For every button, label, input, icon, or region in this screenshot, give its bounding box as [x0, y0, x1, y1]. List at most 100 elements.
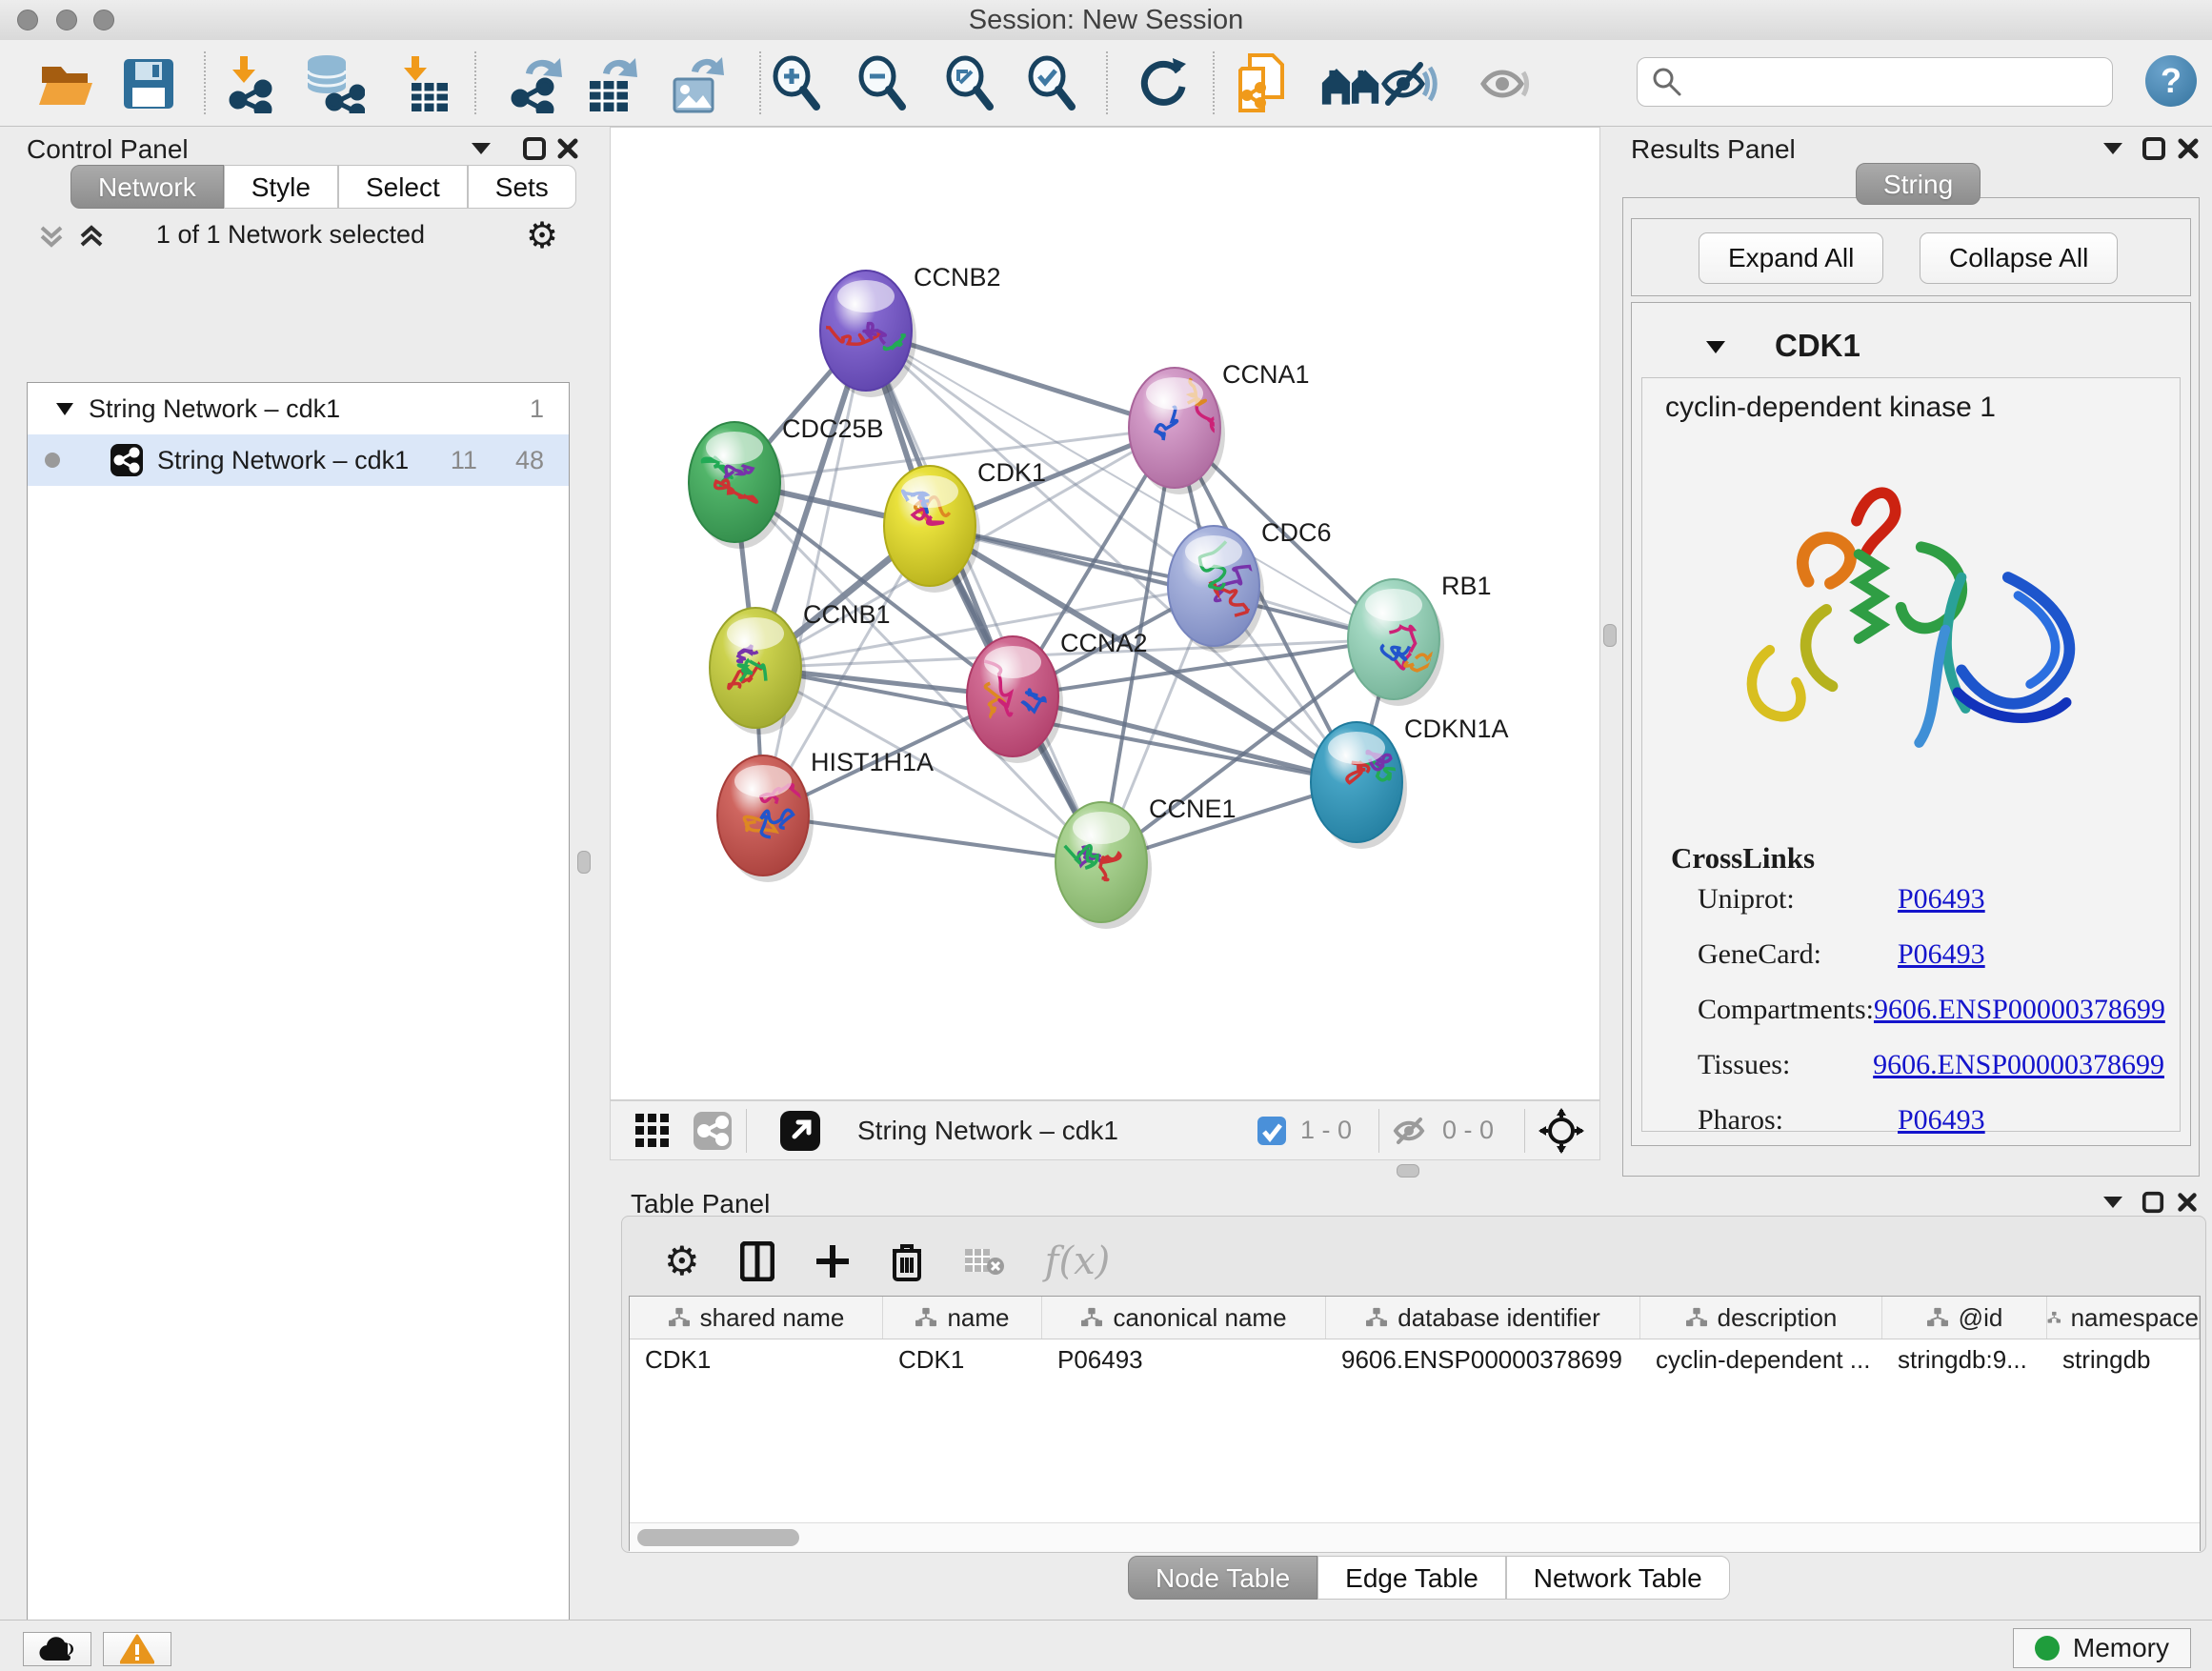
column-header--id[interactable]: @id	[1882, 1297, 2047, 1339]
fit-selected-crosshair-icon[interactable]	[1538, 1108, 1584, 1154]
expand-all-button[interactable]: Expand All	[1699, 232, 1883, 284]
zoom-in-icon[interactable]	[766, 53, 827, 114]
column-header-shared-name[interactable]: shared name	[630, 1297, 883, 1339]
network-node-ccnb2[interactable]: CCNB2	[816, 263, 1000, 397]
crosslink-value-link[interactable]: 9606.ENSP00000378699	[1873, 1049, 2164, 1081]
copy-style-icon[interactable]	[1233, 53, 1294, 114]
network-graph[interactable]: CCNB2CCNA1CDC25BCDK1CDC6RB1CCNB1CCNA2CDK…	[611, 128, 1599, 1099]
table-panel-menu-icon[interactable]	[2101, 1193, 2124, 1215]
table-cell[interactable]: P06493	[1042, 1339, 1326, 1379]
selected-checkbox-icon[interactable]	[1257, 1116, 1287, 1146]
column-header-namespace[interactable]: namespace	[2047, 1297, 2200, 1339]
gene-detail-box: cyclin-dependent kinase 1	[1641, 377, 2181, 1132]
crosslink-value-link[interactable]: P06493	[1898, 883, 1985, 916]
bottom-splitter-handle[interactable]	[1397, 1164, 1419, 1178]
network-node-cdc6[interactable]: CDC6	[1168, 518, 1332, 653]
network-edge[interactable]	[763, 815, 1101, 862]
crosslink-value-link[interactable]: P06493	[1898, 938, 1985, 971]
control-panel-float-icon[interactable]	[522, 136, 547, 166]
table-options-gear-icon[interactable]: ⚙	[664, 1238, 700, 1284]
table-horizontal-scrollbar[interactable]	[630, 1522, 2200, 1552]
apply-layout-icon[interactable]	[1132, 53, 1193, 114]
zoom-selected-icon[interactable]	[1021, 53, 1082, 114]
import-network-database-icon[interactable]	[305, 53, 366, 114]
save-session-icon[interactable]	[118, 53, 179, 114]
network-row[interactable]: String Network – cdk1 11 48	[28, 434, 569, 486]
cloud-status-button[interactable]	[23, 1632, 91, 1666]
tab-edge-table[interactable]: Edge Table	[1317, 1556, 1506, 1600]
network-edge[interactable]	[866, 331, 1101, 862]
table-cell[interactable]: cyclin-dependent ...	[1640, 1339, 1882, 1379]
table-cell[interactable]: CDK1	[883, 1339, 1042, 1379]
import-network-file-icon[interactable]	[221, 53, 282, 114]
table-cell[interactable]: stringdb	[2047, 1339, 2200, 1379]
export-network-icon[interactable]	[505, 53, 566, 114]
tab-style[interactable]: Style	[224, 165, 338, 209]
export-image-icon[interactable]	[667, 53, 728, 114]
tab-network-table[interactable]: Network Table	[1506, 1556, 1730, 1600]
network-badge-icon[interactable]	[693, 1111, 733, 1151]
warnings-button[interactable]	[103, 1632, 171, 1666]
control-panel-close-icon[interactable]	[555, 136, 580, 166]
export-table-icon[interactable]	[579, 53, 640, 114]
tab-string[interactable]: String	[1856, 163, 1981, 205]
collapse-all-networks-icon[interactable]	[36, 222, 67, 255]
gene-collapse-icon[interactable]	[1704, 337, 1727, 356]
network-node-cdkn1a[interactable]: CDKN1A	[1311, 715, 1509, 849]
hide-selected-icon[interactable]	[1379, 53, 1440, 114]
results-panel-menu-icon[interactable]	[2101, 138, 2125, 162]
collapse-all-button[interactable]: Collapse All	[1920, 232, 2118, 284]
network-collection-row[interactable]: String Network – cdk1 1	[28, 383, 569, 434]
column-header-canonical-name[interactable]: canonical name	[1042, 1297, 1326, 1339]
tab-node-table[interactable]: Node Table	[1128, 1556, 1317, 1600]
table-cell[interactable]: stringdb:9...	[1882, 1339, 2047, 1379]
show-all-icon[interactable]	[1478, 53, 1539, 114]
network-node-ccne1[interactable]: CCNE1	[1056, 795, 1237, 929]
crosslink-value-link[interactable]: P06493	[1898, 1104, 1985, 1137]
results-panel-close-icon[interactable]	[2176, 136, 2201, 166]
crosslink-value-link[interactable]: 9606.ENSP00000378699	[1874, 994, 2165, 1026]
column-header-database-identifier[interactable]: database identifier	[1326, 1297, 1640, 1339]
zoom-out-icon[interactable]	[852, 53, 913, 114]
group-nodes-icon[interactable]	[1320, 53, 1381, 114]
control-panel-menu-icon[interactable]	[469, 138, 493, 162]
import-table-file-icon[interactable]	[392, 53, 453, 114]
left-splitter-handle[interactable]	[577, 851, 591, 874]
hidden-eye-slash-icon[interactable]	[1393, 1116, 1431, 1146]
search-input[interactable]	[1693, 67, 2112, 98]
results-panel-float-icon[interactable]	[2142, 136, 2166, 166]
column-header-name[interactable]: name	[883, 1297, 1042, 1339]
expand-all-networks-icon[interactable]	[76, 222, 107, 255]
show-columns-icon[interactable]	[740, 1241, 774, 1281]
zoom-fit-icon[interactable]	[939, 53, 1000, 114]
table-cell[interactable]: CDK1	[630, 1339, 883, 1379]
toolbar-search-field[interactable]	[1637, 57, 2113, 107]
open-session-icon[interactable]	[36, 53, 97, 114]
network-node-cdc25b[interactable]: CDC25B	[689, 414, 884, 549]
tab-select[interactable]: Select	[338, 165, 468, 209]
network-node-ccnb1[interactable]: CCNB1	[710, 600, 891, 735]
node-label-cdk1: CDK1	[977, 458, 1046, 487]
table-row[interactable]: CDK1CDK1P064939606.ENSP00000378699cyclin…	[630, 1339, 2200, 1379]
network-canvas[interactable]: CCNB2CCNA1CDC25BCDK1CDC6RB1CCNB1CCNA2CDK…	[610, 127, 1600, 1100]
help-button[interactable]: ?	[2145, 55, 2197, 107]
open-in-new-window-icon[interactable]	[779, 1110, 821, 1152]
network-options-gear-icon[interactable]: ⚙	[526, 214, 558, 257]
network-node-ccna1[interactable]: CCNA1	[1129, 360, 1310, 494]
scrollbar-thumb[interactable]	[637, 1529, 799, 1546]
memory-button[interactable]: Memory	[2013, 1628, 2191, 1668]
network-node-hist1h1a[interactable]: HIST1H1A	[717, 748, 934, 882]
table-panel-close-icon[interactable]	[2176, 1191, 2199, 1218]
toolbar-divider	[1378, 1109, 1379, 1153]
collection-expand-icon[interactable]	[54, 400, 75, 417]
tab-sets[interactable]: Sets	[468, 165, 576, 209]
delete-column-icon[interactable]	[891, 1241, 923, 1281]
network-node-cdk1[interactable]: CDK1	[884, 458, 1046, 593]
network-node-rb1[interactable]: RB1	[1348, 572, 1492, 706]
table-panel-float-icon[interactable]	[2142, 1191, 2164, 1218]
tab-network[interactable]: Network	[70, 165, 224, 209]
table-cell[interactable]: 9606.ENSP00000378699	[1326, 1339, 1640, 1379]
create-column-icon[interactable]	[814, 1243, 851, 1279]
column-header-description[interactable]: description	[1640, 1297, 1882, 1339]
birds-eye-grid-icon[interactable]	[633, 1112, 672, 1150]
